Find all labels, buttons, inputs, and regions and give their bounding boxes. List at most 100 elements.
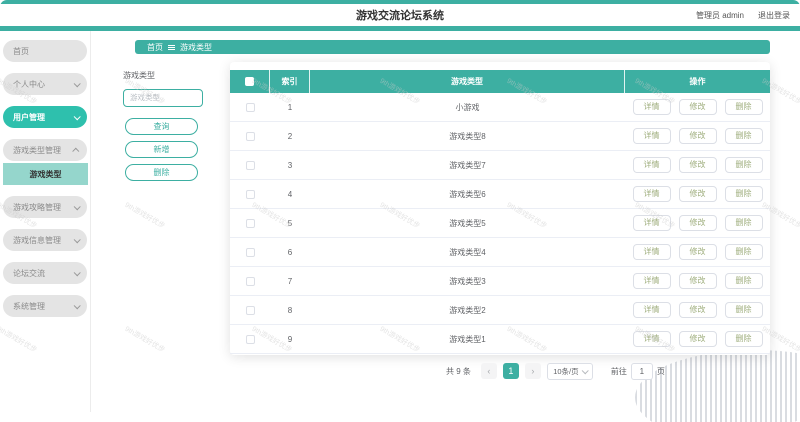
modify-button[interactable]: 修改	[678, 99, 717, 115]
game-type-input[interactable]	[123, 88, 203, 107]
row-checkbox[interactable]	[245, 102, 255, 112]
sidebar-item-game-type[interactable]: 游戏类型	[3, 163, 88, 185]
page-size-value: 10条/页	[553, 366, 579, 376]
menu-icon	[168, 44, 175, 50]
row-game-type: 游戏类型1	[449, 334, 486, 344]
delete-row-button[interactable]: 删除	[724, 186, 763, 202]
table-body: 1 小游戏 详情 修改 删除 2 游戏类型8 详情 修改 删除 3 游戏类型7 详情 修改 删除 4 游戏类型6…	[230, 93, 770, 354]
filter-label: 游戏类型	[123, 71, 155, 80]
row-game-type: 游戏类型8	[449, 131, 486, 141]
detail-button[interactable]: 详情	[632, 273, 671, 289]
app-window: 游戏交流论坛系统 管理员 admin 退出登录 首页个人中心用户管理游戏类型管理…	[0, 0, 800, 422]
goto-prefix-label: 前往	[610, 366, 627, 376]
pagination-prev-button[interactable]: ‹	[480, 363, 497, 379]
row-checkbox[interactable]	[245, 218, 255, 228]
delete-row-button[interactable]: 删除	[724, 215, 763, 231]
row-checkbox[interactable]	[245, 247, 255, 257]
sidebar-item-label: 论坛交流	[13, 268, 45, 278]
table-card: 索引 游戏类型 操作 1 小游戏 详情 修改 删除 2 游戏类型8 详情 修改 删除 3 游戏类型7 详…	[230, 62, 770, 355]
chevron-down-icon	[73, 301, 81, 309]
row-checkbox[interactable]	[245, 276, 255, 286]
delete-row-button[interactable]: 删除	[724, 157, 763, 173]
row-game-type: 游戏类型3	[449, 276, 486, 286]
row-index: 4	[287, 189, 293, 199]
delete-row-button[interactable]: 删除	[724, 331, 763, 347]
striped-circle-decoration	[635, 350, 800, 422]
detail-button[interactable]: 详情	[632, 244, 671, 260]
detail-button[interactable]: 详情	[632, 128, 671, 144]
delete-row-button[interactable]: 删除	[724, 302, 763, 318]
detail-button[interactable]: 详情	[632, 157, 671, 173]
pagination: 共 9 条 ‹ 1 › 10条/页 前往 页	[446, 362, 665, 380]
modify-button[interactable]: 修改	[678, 128, 717, 144]
sidebar-item-label: 游戏攻略管理	[13, 202, 61, 212]
sidebar-item-user-management[interactable]: 用户管理	[3, 106, 87, 128]
table-row: 4 游戏类型6 详情 修改 删除	[230, 180, 770, 209]
sidebar: 首页个人中心用户管理游戏类型管理游戏类型游戏攻略管理游戏信息管理论坛交流系统管理	[0, 31, 91, 412]
row-index: 1	[287, 102, 293, 112]
breadcrumb-current: 游戏类型	[180, 42, 212, 52]
delete-row-button[interactable]: 删除	[724, 128, 763, 144]
table-row: 7 游戏类型3 详情 修改 删除	[230, 267, 770, 296]
row-game-type: 游戏类型7	[449, 160, 486, 170]
row-index: 9	[287, 334, 293, 344]
sidebar-item-game-type-management[interactable]: 游戏类型管理	[3, 139, 87, 161]
modify-button[interactable]: 修改	[678, 157, 717, 173]
modify-button[interactable]: 修改	[678, 244, 717, 260]
breadcrumb-home[interactable]: 首页	[147, 42, 163, 53]
modify-button[interactable]: 修改	[678, 186, 717, 202]
chevron-down-icon	[73, 202, 81, 210]
detail-button[interactable]: 详情	[632, 302, 671, 318]
row-index: 5	[287, 218, 293, 228]
current-user-label: 管理员 admin	[695, 10, 744, 20]
page-size-select[interactable]: 10条/页	[546, 362, 593, 380]
add-button[interactable]: 新增	[125, 140, 198, 158]
pagination-next-button[interactable]: ›	[524, 363, 541, 379]
row-game-type: 游戏类型5	[449, 218, 486, 228]
modify-button[interactable]: 修改	[678, 331, 717, 347]
row-checkbox[interactable]	[245, 305, 255, 315]
delete-button[interactable]: 删除	[125, 163, 198, 181]
table-header-row: 索引 游戏类型 操作	[230, 70, 770, 93]
delete-row-button[interactable]: 删除	[724, 244, 763, 260]
detail-button[interactable]: 详情	[632, 331, 671, 347]
row-checkbox[interactable]	[245, 131, 255, 141]
row-checkbox[interactable]	[245, 189, 255, 199]
goto-page-input[interactable]	[630, 362, 653, 380]
modify-button[interactable]: 修改	[678, 273, 717, 289]
sidebar-item-profile[interactable]: 个人中心	[3, 73, 87, 95]
modify-button[interactable]: 修改	[678, 302, 717, 318]
chevron-down-icon	[73, 112, 81, 120]
sidebar-item-game-info-management[interactable]: 游戏信息管理	[3, 229, 87, 251]
row-game-type: 游戏类型6	[449, 189, 486, 199]
row-game-type: 小游戏	[455, 102, 480, 112]
chevron-down-icon	[73, 79, 81, 87]
pagination-page-1[interactable]: 1	[502, 363, 519, 379]
select-all-checkbox[interactable]	[245, 77, 254, 86]
sidebar-item-home[interactable]: 首页	[3, 40, 87, 62]
detail-button[interactable]: 详情	[632, 215, 671, 231]
row-index: 7	[287, 276, 293, 286]
goto-suffix-label: 页	[656, 366, 665, 376]
delete-row-button[interactable]: 删除	[724, 99, 763, 115]
modify-button[interactable]: 修改	[678, 215, 717, 231]
sidebar-item-label: 系统管理	[13, 301, 45, 311]
sidebar-item-system-management[interactable]: 系统管理	[3, 295, 87, 317]
sidebar-item-label: 游戏类型	[29, 169, 62, 179]
query-button[interactable]: 查询	[125, 117, 198, 135]
logout-link[interactable]: 退出登录	[758, 10, 790, 21]
table-row: 2 游戏类型8 详情 修改 删除	[230, 122, 770, 151]
sidebar-item-forum-exchange[interactable]: 论坛交流	[3, 262, 87, 284]
app-title: 游戏交流论坛系统	[356, 10, 444, 22]
column-header-type: 游戏类型	[310, 70, 625, 93]
table-row: 3 游戏类型7 详情 修改 删除	[230, 151, 770, 180]
detail-button[interactable]: 详情	[632, 99, 671, 115]
pagination-total: 共 9 条	[446, 366, 471, 376]
table-row: 5 游戏类型5 详情 修改 删除	[230, 209, 770, 238]
row-checkbox[interactable]	[245, 160, 255, 170]
detail-button[interactable]: 详情	[632, 186, 671, 202]
delete-row-button[interactable]: 删除	[724, 273, 763, 289]
sidebar-item-game-guide-management[interactable]: 游戏攻略管理	[3, 196, 87, 218]
column-header-operation: 操作	[689, 77, 706, 86]
row-checkbox[interactable]	[245, 334, 255, 344]
